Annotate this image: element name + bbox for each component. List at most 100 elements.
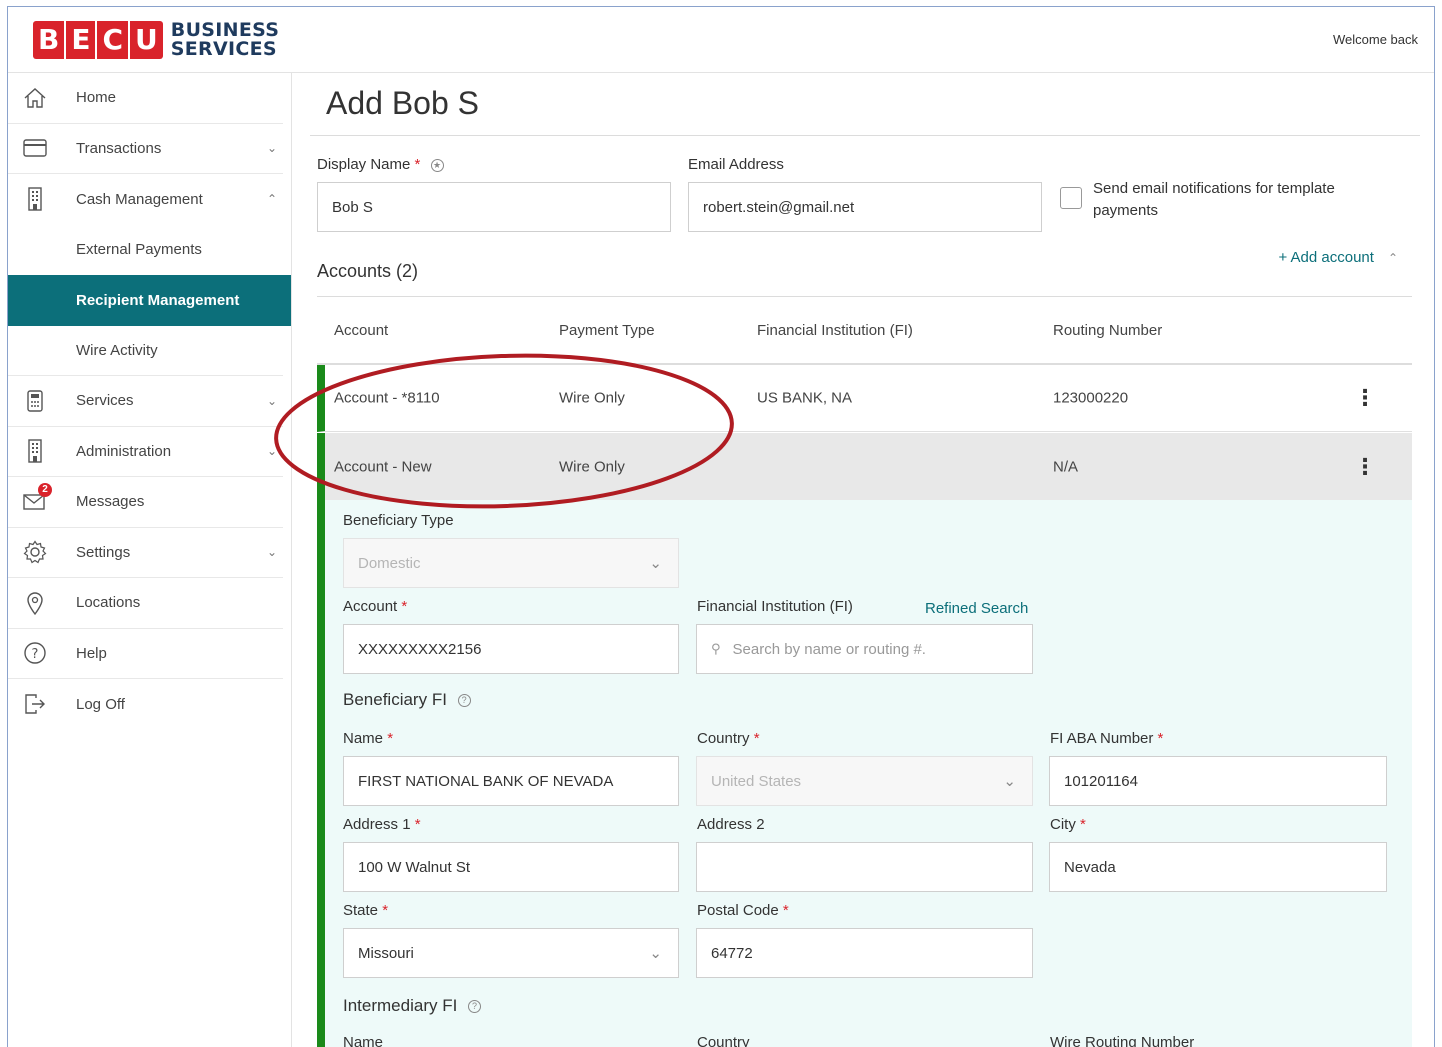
chevron-down-icon: ⌄ [266, 393, 277, 408]
sidebar-item-external-payments[interactable]: External Payments [8, 225, 283, 276]
chevron-down-icon: ⌄ [649, 945, 662, 962]
more-options-icon[interactable]: ⋮ [1354, 387, 1376, 409]
add-account-link[interactable]: + Add account ⌃ [1278, 249, 1398, 266]
sidebar-item-label: Wire Activity [76, 341, 158, 359]
sidebar-item-log-off[interactable]: Log Off [8, 679, 283, 730]
routing-cell: N/A [1053, 458, 1079, 475]
required-marker: * [382, 902, 389, 919]
address1-value: 100 W Walnut St [358, 858, 470, 876]
sidebar-item-label: Messages [76, 493, 145, 511]
fi-search-placeholder: Search by name or routing #. [732, 640, 926, 658]
required-marker: * [782, 902, 789, 919]
logo-letter: C [97, 21, 131, 59]
sidebar-item-label: Settings [76, 543, 131, 561]
display-name-input[interactable]: Bob S [317, 182, 671, 232]
sidebar-item-label: Locations [76, 594, 141, 612]
table-row[interactable]: Account - New Wire Only N/A ⋮ [317, 433, 1412, 500]
chevron-up-icon: ⌃ [266, 192, 277, 207]
address2-input[interactable] [696, 842, 1033, 892]
state-select[interactable]: Missouri ⌄ [343, 928, 679, 978]
fi-name-value: FIRST NATIONAL BANK OF NEVADA [358, 772, 614, 790]
logo-line2: SERVICES [170, 38, 277, 60]
country-select[interactable]: United States ⌄ [696, 756, 1033, 806]
state-label-text: State [343, 902, 379, 919]
account-cell: Account - *8110 [334, 389, 440, 407]
account-detail-panel: Beneficiary Type Domestic ⌄ Account * XX… [317, 500, 1412, 1047]
fi-name-input[interactable]: FIRST NATIONAL BANK OF NEVADA [343, 756, 679, 806]
beneficiary-type-select[interactable]: Domestic ⌄ [343, 538, 679, 588]
routing-cell: 123000220 [1053, 389, 1129, 407]
sidebar-item-locations[interactable]: Locations [8, 578, 283, 629]
divider [317, 296, 1412, 297]
email-notify-line1: Send email notifications for template [1093, 180, 1335, 197]
help-icon[interactable]: ? [457, 694, 471, 708]
account-number-input[interactable]: XXXXXXXXX2156 [343, 624, 679, 674]
sidebar-item-label: Transactions [76, 139, 162, 157]
sidebar-item-label: Cash Management [76, 190, 203, 208]
int-country-label: Country [697, 1034, 750, 1047]
logo-mark: B E C U [33, 21, 163, 59]
sidebar-item-label: Administration [76, 442, 172, 460]
email-notify-checkbox[interactable] [1060, 187, 1082, 209]
sidebar-item-label: External Payments [76, 241, 202, 259]
name-label-text: Name [343, 730, 384, 747]
intermediary-fi-heading: Intermediary FI ? [343, 996, 482, 1016]
beneficiary-type-value: Domestic [358, 554, 421, 572]
state-label: State * [343, 902, 388, 919]
becu-logo[interactable]: B E C U BUSINESS SERVICES [33, 21, 279, 59]
chevron-down-icon: ⌄ [266, 545, 277, 560]
city-label-text: City [1050, 816, 1076, 833]
postal-code-value: 64772 [711, 944, 753, 962]
gear-icon [22, 539, 48, 565]
city-label: City * [1050, 816, 1086, 833]
sidebar-item-label: Recipient Management [76, 291, 240, 309]
help-icon[interactable]: ? [468, 1000, 482, 1014]
payment-type-cell: Wire Only [559, 389, 625, 407]
postal-code-input[interactable]: 64772 [696, 928, 1033, 978]
sidebar-item-recipient-management[interactable]: Recipient Management [8, 275, 291, 326]
badge-icon[interactable]: ★ [430, 158, 444, 172]
required-marker: * [401, 598, 408, 615]
beneficiary-type-label: Beneficiary Type [343, 512, 454, 529]
sidebar-item-transactions[interactable]: Transactions ⌄ [8, 124, 283, 174]
required-marker: * [414, 816, 421, 833]
display-name-value: Bob S [332, 198, 373, 216]
sidebar-item-cash-management[interactable]: Cash Management ⌃ [8, 174, 283, 225]
chevron-up-icon[interactable]: ⌃ [1388, 251, 1398, 265]
refined-search-link[interactable]: Refined Search [925, 600, 1028, 617]
beneficiary-fi-title: Beneficiary FI [343, 690, 447, 709]
sidebar-item-services[interactable]: Services ⌄ [8, 376, 283, 427]
city-input[interactable]: Nevada [1049, 842, 1387, 892]
aba-number-input[interactable]: 101201164 [1049, 756, 1387, 806]
map-pin-icon [22, 590, 48, 616]
email-value: robert.stein@gmail.net [703, 198, 855, 216]
chevron-down-icon: ⌄ [266, 141, 277, 156]
sidebar-item-administration[interactable]: Administration ⌄ [8, 427, 283, 477]
table-row[interactable]: Account - *8110 Wire Only US BANK, NA 12… [317, 365, 1412, 432]
address2-label: Address 2 [697, 816, 765, 833]
fi-label: Financial Institution (FI) [697, 598, 853, 615]
more-options-icon[interactable]: ⋮ [1354, 455, 1376, 477]
account-cell: Account - New [334, 458, 432, 475]
logo-text: BUSINESS SERVICES [171, 21, 279, 59]
sidebar-item-messages[interactable]: 2 Messages [8, 477, 283, 528]
search-icon: ⚲ [711, 641, 721, 656]
page-title: Add Bob S [326, 85, 479, 121]
building-icon [22, 438, 48, 464]
fi-search-input[interactable]: ⚲ Search by name or routing #. [696, 624, 1033, 674]
address1-input[interactable]: 100 W Walnut St [343, 842, 679, 892]
aba-number-value: 101201164 [1064, 772, 1138, 790]
email-field[interactable]: robert.stein@gmail.net [688, 182, 1042, 232]
address1-label-text: Address 1 [343, 816, 411, 833]
sidebar-item-home[interactable]: Home [8, 73, 283, 124]
sidebar-item-wire-activity[interactable]: Wire Activity [8, 326, 283, 376]
sidebar-item-label: Help [76, 644, 107, 662]
svg-text:?: ? [32, 647, 39, 662]
address1-label: Address 1 * [343, 816, 421, 833]
logo-letter: E [66, 21, 98, 59]
sidebar-item-help[interactable]: ? Help [8, 629, 283, 679]
sidebar-item-settings[interactable]: Settings ⌄ [8, 528, 283, 578]
account-label-text: Account [343, 598, 398, 615]
sidebar-item-label: Home [76, 89, 117, 107]
chevron-down-icon: ⌄ [266, 444, 277, 459]
